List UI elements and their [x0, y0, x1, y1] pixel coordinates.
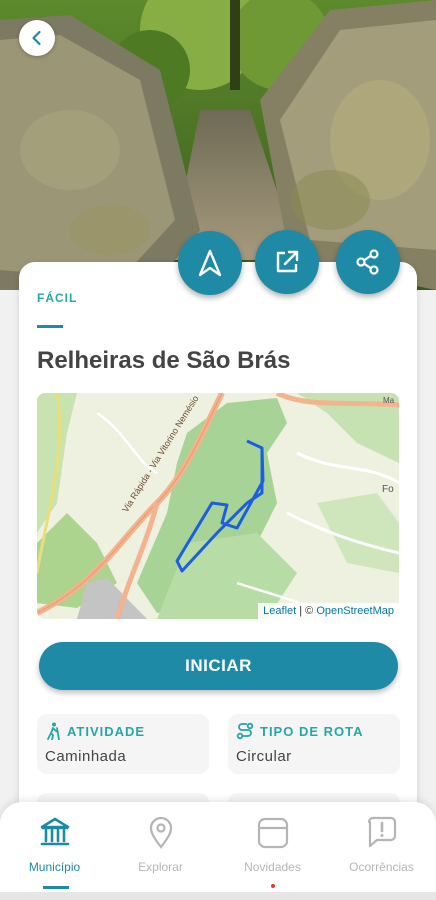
- bank-icon: [40, 817, 70, 846]
- attribution-separator: | ©: [296, 605, 317, 617]
- difficulty-label: FÁCIL: [37, 291, 78, 305]
- nav-item-novidades[interactable]: Novidades: [218, 802, 327, 892]
- route-type-info: TIPO DE ROTA Circular: [228, 714, 400, 774]
- bottom-navigation: Município Explorar Novidades Ocorrências: [0, 802, 436, 892]
- nav-label: Explorar: [138, 860, 183, 874]
- share-icon: [356, 249, 379, 275]
- route-map[interactable]: Via Rápida - Via Vitorino Nemésio Fo Ma …: [37, 393, 399, 619]
- activity-label: ATIVIDADE: [67, 723, 146, 739]
- navigation-arrow-icon: [198, 249, 222, 277]
- route-icon: [236, 722, 254, 740]
- active-tab-indicator: [43, 886, 69, 889]
- activity-value: Caminhada: [45, 748, 127, 765]
- route-type-value: Circular: [236, 748, 292, 765]
- nav-label: Município: [28, 860, 81, 874]
- map-attribution: Leaflet | © OpenStreetMap: [258, 603, 399, 619]
- openstreetmap-link[interactable]: OpenStreetMap: [316, 605, 394, 617]
- nav-item-explorar[interactable]: Explorar: [106, 802, 215, 892]
- share-button[interactable]: [336, 230, 400, 294]
- nav-item-ocorrencias[interactable]: Ocorrências: [327, 802, 436, 892]
- nav-item-municipio[interactable]: Município: [0, 802, 109, 892]
- start-button[interactable]: INICIAR: [39, 642, 398, 690]
- nav-label: Ocorrências: [349, 860, 414, 874]
- news-icon: [257, 817, 289, 849]
- chevron-left-icon: [32, 30, 41, 46]
- external-link-icon: [276, 250, 299, 273]
- notification-dot: [271, 884, 275, 888]
- activity-info: ATIVIDADE Caminhada: [37, 714, 209, 774]
- navigate-button[interactable]: [178, 231, 242, 295]
- open-external-button[interactable]: [255, 230, 319, 294]
- alert-message-icon: [367, 816, 397, 848]
- route-type-label: TIPO DE ROTA: [260, 723, 364, 739]
- location-pin-icon: [149, 816, 173, 849]
- nav-label: Novidades: [244, 860, 301, 874]
- back-button[interactable]: [19, 20, 55, 56]
- place-label: Fo: [382, 484, 394, 495]
- route-title: Relheiras de São Brás: [37, 347, 291, 374]
- hiking-icon: [47, 722, 60, 740]
- leaflet-link[interactable]: Leaflet: [263, 605, 296, 617]
- difficulty-underline: [37, 325, 63, 328]
- system-bar: [0, 892, 436, 900]
- place-label: Ma: [383, 396, 395, 405]
